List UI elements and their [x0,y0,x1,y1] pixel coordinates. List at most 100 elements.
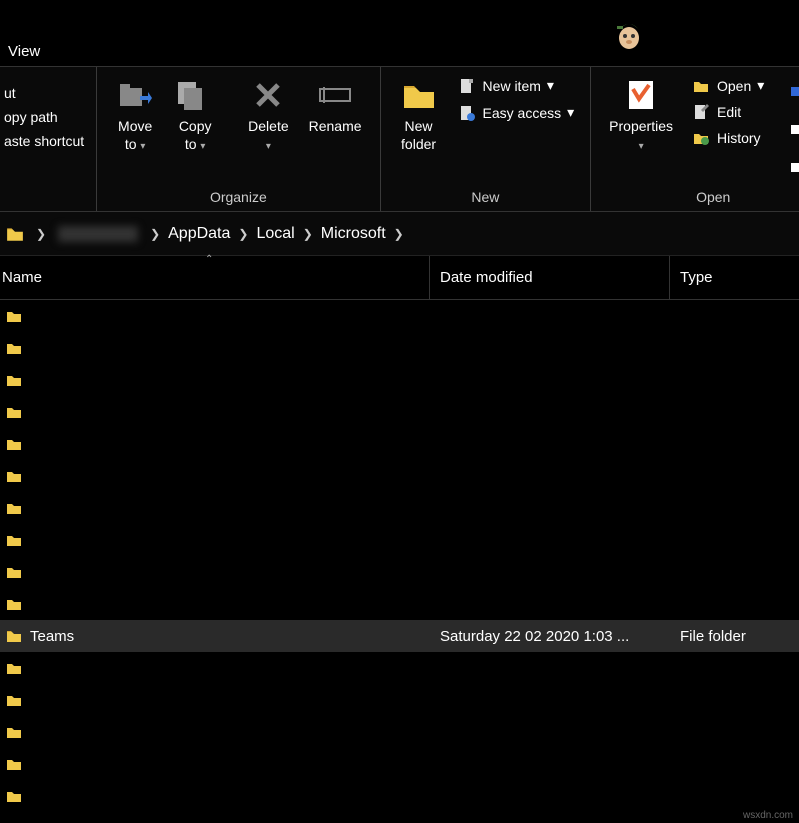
copy-to-icon [178,77,212,113]
chevron-right-icon[interactable]: ❯ [394,227,404,241]
watermark: wsxdn.com [743,810,793,821]
folder-icon [6,564,22,580]
copy-to-label: Copy [179,118,212,134]
move-to-button[interactable]: Moveto ▾ [107,73,163,157]
file-list: Teams Saturday 22 02 2020 1:03 ... File … [0,300,799,812]
history-button[interactable]: History [687,128,768,148]
move-to-icon [118,77,152,113]
folder-icon [6,756,22,772]
folder-icon [6,225,24,243]
folder-icon [6,596,22,612]
chevron-right-icon[interactable]: ❯ [150,227,160,241]
history-icon [691,131,711,145]
paste-shortcut-button[interactable]: aste shortcut [4,133,84,149]
folder-icon [6,788,22,804]
list-item[interactable] [0,460,799,492]
column-date-modified[interactable]: Date modified [430,256,670,299]
folder-icon [6,436,22,452]
breadcrumb-microsoft[interactable]: Microsoft [321,225,386,243]
properties-button[interactable]: Properties▾ [601,73,681,157]
list-item[interactable] [0,300,799,332]
column-type[interactable]: Type [670,256,799,299]
organize-group-label: Organize [105,185,371,209]
chevron-right-icon[interactable]: ❯ [36,227,46,241]
titlebar [0,0,799,36]
ribbon-group-label [0,185,88,209]
ribbon-group-new: Newfolder New item ▾ Easy access ▾ New [381,67,592,211]
breadcrumb-user[interactable] [58,226,138,242]
folder-icon [6,692,22,708]
ribbon-tabs: View [0,36,799,66]
list-item[interactable] [0,652,799,684]
address-bar[interactable]: ❯ ❯ AppData ❯ Local ❯ Microsoft ❯ [0,212,799,256]
list-item[interactable] [0,524,799,556]
folder-icon [6,404,22,420]
list-item[interactable] [0,716,799,748]
rename-icon [319,77,351,113]
chevron-down-icon: ▾ [567,104,574,121]
breadcrumb-local[interactable]: Local [256,225,294,243]
tab-view[interactable]: View [0,39,48,64]
chevron-down-icon: ▾ [547,77,554,94]
list-item-teams[interactable]: Teams Saturday 22 02 2020 1:03 ... File … [0,620,799,652]
chevron-down-icon: ▾ [200,141,205,152]
copy-to-button[interactable]: Copyto ▾ [167,73,223,157]
file-date: Saturday 22 02 2020 1:03 ... [430,628,670,645]
list-item[interactable] [0,780,799,812]
folder-icon [402,77,436,113]
list-item[interactable] [0,396,799,428]
new-group-label: New [389,185,583,209]
ribbon-group-organize: Moveto ▾ Copyto ▾ Delete▾ Rename [97,67,380,211]
folder-icon [6,308,22,324]
chevron-right-icon[interactable]: ❯ [303,227,313,241]
edit-button[interactable]: Edit [687,102,768,122]
easy-access-button[interactable]: Easy access ▾ [453,102,579,123]
rename-button[interactable]: Rename [301,73,370,139]
open-icon [691,79,711,93]
folder-icon [6,468,22,484]
open-label: Open [717,78,751,94]
mascot-icon [609,12,649,52]
file-type: File folder [670,628,746,645]
folder-icon [6,532,22,548]
sort-indicator-icon: ⌃ [205,254,213,265]
new-folder-label: New [405,118,433,134]
easy-access-label: Easy access [483,105,562,121]
delete-button[interactable]: Delete▾ [240,73,296,157]
rename-label: Rename [309,117,362,135]
move-to-label: Move [118,118,152,134]
delete-label: Delete [248,118,288,134]
ribbon-group-open: Properties▾ Open ▾ Edit History [591,67,799,211]
history-label: History [717,130,761,146]
edit-label: Edit [717,104,741,120]
list-item[interactable] [0,748,799,780]
ribbon: ut opy path aste shortcut Moveto ▾ Copyt… [0,66,799,212]
list-item[interactable] [0,556,799,588]
layout-tiles[interactable] [780,73,799,185]
new-item-button[interactable]: New item ▾ [453,75,579,96]
list-item[interactable] [0,332,799,364]
column-name[interactable]: Name [0,256,430,299]
open-group-label: Open [599,185,799,209]
properties-icon [625,77,657,113]
cut-button[interactable]: ut [4,85,84,101]
list-item[interactable] [0,684,799,716]
list-item[interactable] [0,588,799,620]
open-button[interactable]: Open ▾ [687,75,768,96]
chevron-down-icon: ▾ [639,141,644,152]
chevron-down-icon: ▾ [757,77,764,94]
breadcrumb-appdata[interactable]: AppData [168,225,230,243]
new-item-label: New item [483,78,541,94]
copy-path-button[interactable]: opy path [4,109,84,125]
chevron-down-icon: ▾ [140,141,145,152]
folder-icon [6,372,22,388]
column-headers: ⌃ Name Date modified Type [0,256,799,300]
list-item[interactable] [0,428,799,460]
easy-access-icon [457,105,477,121]
list-item[interactable] [0,492,799,524]
folder-icon [6,724,22,740]
chevron-right-icon[interactable]: ❯ [238,227,248,241]
list-item[interactable] [0,364,799,396]
new-folder-button[interactable]: Newfolder [391,73,447,157]
new-item-icon [457,78,477,94]
